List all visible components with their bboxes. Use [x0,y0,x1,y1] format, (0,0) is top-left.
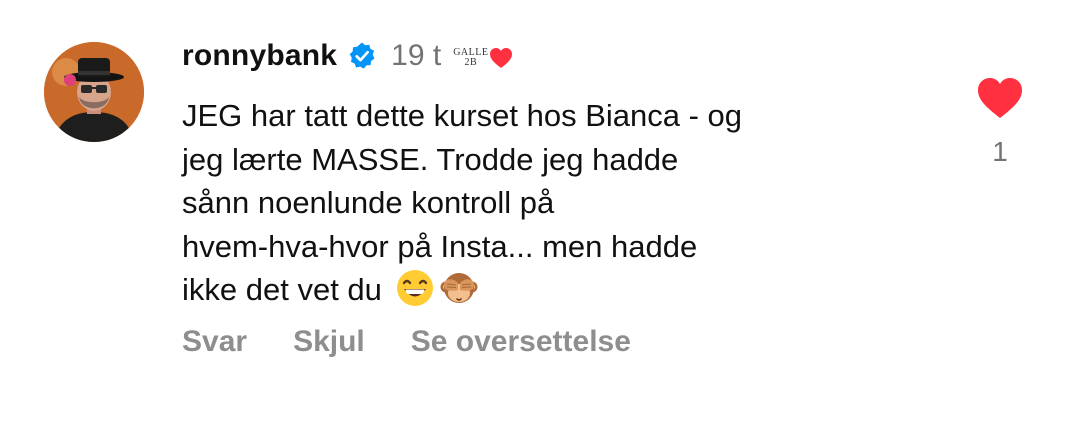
comment-line: hvem-hva-hvor på Insta... men hadde [182,228,698,264]
like-column: 1 [972,76,1028,168]
timestamp: 19 t [391,39,442,72]
comment-line: JEG har tatt dette kurset hos Bianca - o… [182,98,743,133]
grinning-face-emoji-icon [396,270,433,306]
heart-icon[interactable] [976,76,1024,120]
comment-actions: Svar Skjul Se oversettelse [182,325,631,359]
hide-button[interactable]: Skjul [293,325,365,359]
author-badge: GALLE 2B [453,47,513,69]
like-count: 1 [992,136,1008,167]
see-translation-button[interactable]: Se oversettelse [411,325,631,359]
comment-line: sånn noenlunde kontroll på [182,185,555,220]
reply-button[interactable]: Svar [182,325,247,359]
comment-header: ronnybank 19 t GALLE 2B [182,36,513,76]
comment-text: JEG har tatt dette kurset hos Bianca - o… [182,94,942,312]
see-no-evil-monkey-emoji-icon [440,273,478,303]
badge-text: GALLE 2B [453,47,489,68]
avatar-image [44,42,144,142]
comment-line-text: ikke det vet du [182,272,382,307]
red-heart-icon [490,48,513,68]
comment-line: jeg lærte MASSE. Trodde jeg hadde [182,141,679,177]
avatar[interactable] [44,42,144,142]
username[interactable]: ronnybank [182,39,337,73]
comment-line-last: ikke det vet du [182,268,942,312]
verified-badge-icon [349,42,375,69]
